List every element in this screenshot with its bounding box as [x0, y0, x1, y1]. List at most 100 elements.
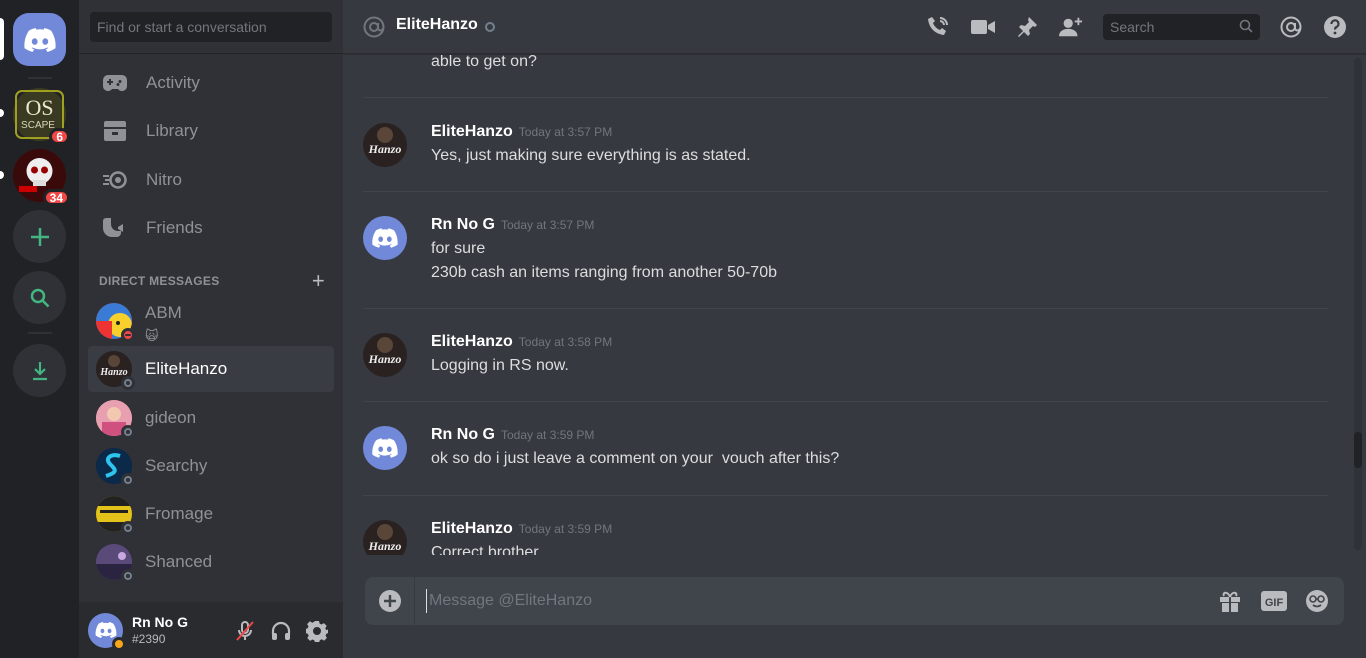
headphones-icon[interactable] — [269, 619, 293, 643]
create-dm-plus-icon[interactable]: + — [312, 270, 325, 292]
avatar: Hanzo — [96, 351, 135, 390]
server-mention-badge: 6 — [49, 128, 70, 145]
mentions-icon[interactable] — [1279, 15, 1303, 39]
search-input[interactable]: Search — [1103, 14, 1260, 40]
add-friend-to-dm-icon[interactable] — [1059, 15, 1083, 39]
friends-icon — [102, 216, 128, 240]
avatar[interactable]: Hanzo — [363, 520, 407, 555]
discord-logo-icon — [95, 622, 116, 638]
search-icon — [1239, 19, 1253, 36]
user-controls — [233, 619, 329, 643]
message-input[interactable] — [426, 589, 1186, 613]
active-pill — [0, 18, 4, 60]
nav-library[interactable]: Library — [88, 110, 334, 152]
message-author[interactable]: EliteHanzo Today at 3:58 PM — [431, 333, 612, 351]
message-text: able to get on? — [431, 55, 537, 70]
avatar — [96, 544, 135, 583]
message-author[interactable]: EliteHanzo Today at 3:57 PM — [431, 123, 612, 141]
dm-item-abm[interactable]: ABM 🙀 — [88, 298, 334, 344]
idle-status-icon — [112, 636, 126, 651]
nav-label: Library — [146, 121, 198, 140]
dm-item-elitehanzo[interactable]: Hanzo EliteHanzo — [88, 346, 334, 392]
avatar[interactable]: Hanzo — [363, 123, 407, 167]
dm-item-searchy[interactable]: Searchy — [88, 443, 334, 489]
avatar[interactable] — [363, 426, 407, 470]
help-icon[interactable] — [1323, 15, 1347, 39]
message-text: 230b cash an items ranging from another … — [431, 264, 777, 281]
user-panel: Rn No G #2390 — [79, 602, 343, 658]
upload-plus-icon[interactable] — [365, 577, 415, 625]
nav-nitro[interactable]: Nitro — [88, 159, 334, 201]
dm-name: Searchy — [145, 456, 208, 475]
message-divider — [363, 97, 1328, 98]
sidebar-divider — [79, 53, 343, 54]
message-timestamp: Today at 3:59 PM — [518, 522, 613, 536]
dm-name: gideon — [145, 408, 197, 427]
rail-separator — [28, 332, 52, 334]
chat-area: EliteHanzo Search able to get on? Hanzo … — [343, 0, 1366, 658]
avatar — [96, 400, 135, 439]
svg-text:Hanzo: Hanzo — [368, 142, 402, 156]
username: Rn No G — [132, 614, 188, 630]
message-timestamp: Today at 3:57 PM — [518, 125, 613, 139]
message-list: able to get on? Hanzo EliteHanzo Today at… — [343, 55, 1349, 555]
dm-sidebar: Activity Library Nitro Friends DIRECT ME… — [79, 0, 343, 658]
gift-icon[interactable] — [1217, 589, 1243, 613]
message-timestamp: Today at 3:59 PM — [501, 428, 595, 442]
avatar[interactable] — [363, 216, 407, 260]
discord-logo-icon — [372, 438, 398, 458]
dm-item-fromage[interactable]: Fromage — [88, 491, 334, 537]
avatar — [96, 448, 135, 487]
message-text: for sure — [431, 240, 486, 257]
avatar[interactable] — [88, 612, 126, 651]
message-author[interactable]: Rn No G Today at 3:57 PM — [431, 216, 594, 234]
mute-microphone-icon[interactable] — [233, 619, 257, 643]
explore-servers-button[interactable] — [13, 271, 66, 324]
message-divider — [363, 495, 1328, 496]
message-author[interactable]: EliteHanzo Today at 3:59 PM — [431, 520, 612, 538]
custom-status-emoji: 🙀 — [145, 328, 159, 343]
add-server-button[interactable] — [13, 210, 66, 263]
message-composer: GIF — [365, 577, 1344, 625]
library-icon — [102, 119, 128, 143]
home-button[interactable] — [13, 13, 66, 66]
nav-label: Activity — [146, 73, 200, 92]
dm-name: EliteHanzo — [145, 359, 228, 378]
unread-pill — [0, 109, 4, 117]
message-divider — [363, 401, 1328, 402]
video-call-icon[interactable] — [971, 15, 995, 39]
pin-icon[interactable] — [1015, 15, 1039, 39]
server-rail: OS SCAPE 6 34 — [0, 0, 79, 658]
offline-status-icon — [121, 473, 135, 487]
nitro-icon — [102, 168, 128, 192]
emoji-icon[interactable] — [1304, 589, 1330, 613]
server-skull[interactable]: 34 — [13, 149, 70, 206]
avatar — [96, 303, 135, 342]
server-os-scape[interactable]: OS SCAPE 6 — [13, 88, 70, 145]
dm-item-gideon[interactable]: gideon — [88, 395, 334, 441]
gamepad-icon — [102, 71, 128, 95]
message-text: Correct brother — [431, 544, 539, 555]
server-mention-badge: 34 — [42, 189, 70, 206]
scrollbar-track[interactable] — [1354, 58, 1362, 550]
message-text: ok so do i just leave a comment on your … — [431, 450, 840, 467]
gif-button[interactable]: GIF — [1261, 589, 1287, 613]
gear-icon[interactable] — [305, 619, 329, 643]
svg-text:GIF: GIF — [1265, 597, 1284, 609]
offline-status-icon — [121, 425, 135, 439]
download-apps-button[interactable] — [13, 344, 66, 397]
download-icon — [32, 361, 47, 380]
dm-item-shanced[interactable]: Shanced — [88, 539, 334, 585]
svg-text:SCAPE: SCAPE — [21, 120, 55, 131]
avatar[interactable]: Hanzo — [363, 333, 407, 377]
nav-friends[interactable]: Friends — [88, 207, 334, 249]
scrollbar-thumb[interactable] — [1354, 432, 1362, 468]
direct-messages-header: DIRECT MESSAGES + — [99, 270, 325, 292]
voice-call-icon[interactable] — [926, 15, 950, 39]
nav-activity[interactable]: Activity — [88, 62, 334, 104]
message-author[interactable]: Rn No G Today at 3:59 PM — [431, 426, 594, 444]
find-conversation-input[interactable] — [90, 12, 332, 42]
unread-pill — [0, 171, 4, 179]
at-icon — [362, 15, 386, 39]
dm-name: ABM — [145, 303, 182, 322]
